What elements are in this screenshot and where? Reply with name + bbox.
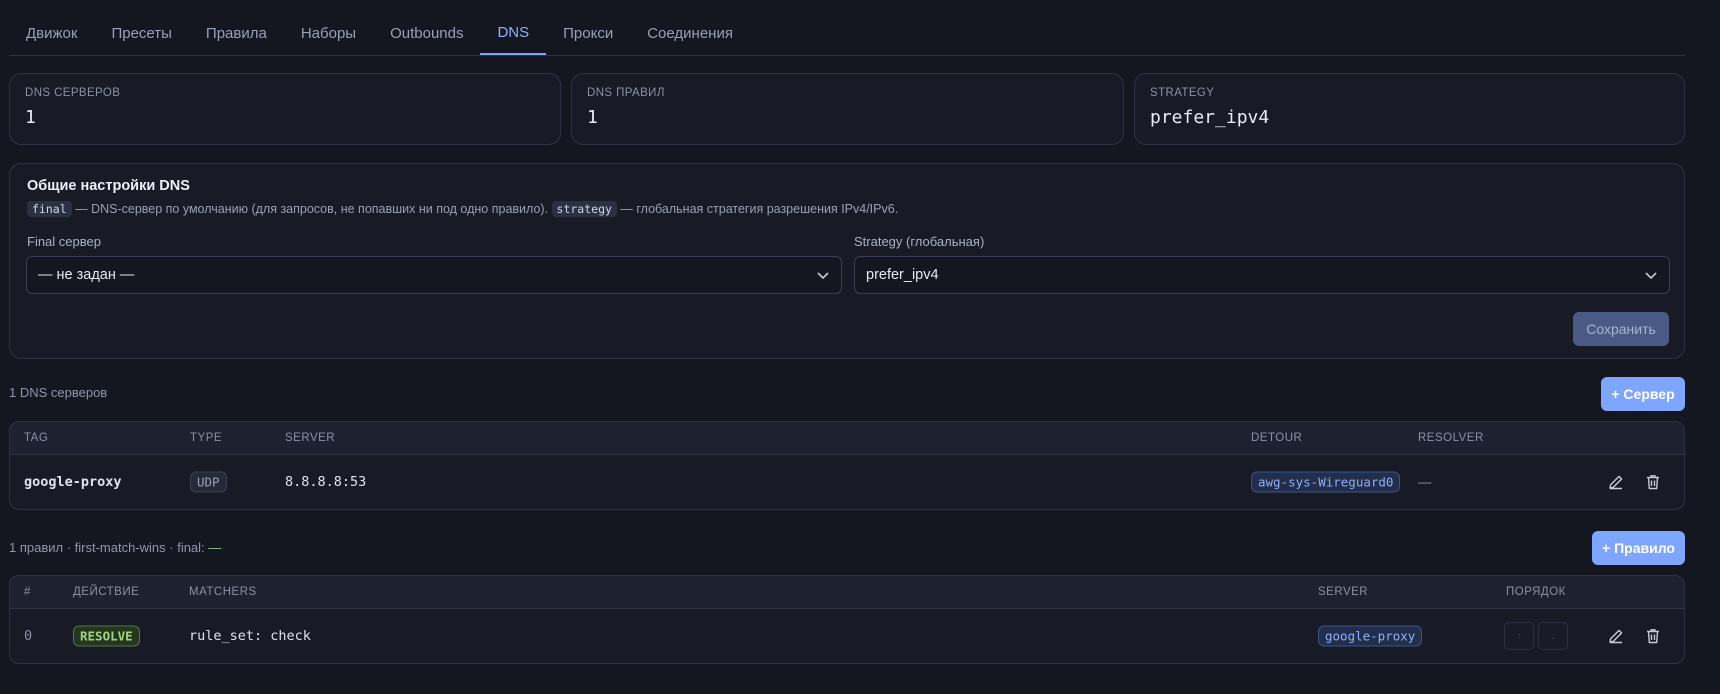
strategy-value: prefer_ipv4 [866, 267, 939, 283]
tab-proxy[interactable]: Прокси [546, 12, 630, 55]
edit-icon[interactable] [1605, 471, 1627, 493]
dns-settings-card: Общие настройки DNS final — DNS-сервер п… [9, 163, 1685, 359]
server-type-badge: UDP [190, 471, 227, 493]
col-number: # [24, 586, 31, 598]
col-matchers: Matchers [189, 586, 257, 598]
rule-server-badge: google-proxy [1318, 625, 1423, 647]
table-row: 0 RESOLVE rule_set: check google-proxy ↑… [10, 609, 1684, 663]
tab-outbounds[interactable]: Outbounds [373, 12, 480, 55]
server-tag: google-proxy [24, 474, 122, 490]
chevron-down-icon [1645, 272, 1657, 280]
col-order: Порядок [1506, 586, 1566, 598]
col-action: Действие [73, 586, 140, 598]
col-type: Type [190, 432, 223, 444]
edit-icon[interactable] [1605, 625, 1627, 647]
col-resolver: Resolver [1418, 432, 1484, 444]
table-header: Tag Type Server Detour Resolver [10, 422, 1684, 455]
tab-rules[interactable]: Правила [189, 12, 284, 55]
col-server: Server [285, 432, 336, 444]
tab-dns[interactable]: DNS [480, 12, 547, 55]
rules-table: # Действие Matchers Server Порядок 0 RES… [9, 575, 1685, 664]
rule-number: 0 [24, 628, 33, 644]
resolver-value: — [1418, 474, 1432, 490]
final-server-label: Final сервер [27, 234, 101, 249]
tab-bar: Движок Пресеты Правила Наборы Outbounds … [9, 12, 1685, 56]
stat-card-strategy: Strategy prefer_ipv4 [1134, 73, 1685, 145]
final-server-value: — не задан — [38, 267, 135, 283]
settings-description: final — DNS-сервер по умолчанию (для зап… [27, 201, 898, 217]
stat-label: DNS серверов [25, 87, 121, 99]
rules-summary-text: 1 правил · first-match-wins · final: [9, 540, 209, 555]
tab-presets[interactable]: Пресеты [94, 12, 188, 55]
servers-summary: 1 DNS серверов [9, 385, 108, 400]
settings-title: Общие настройки DNS [27, 178, 190, 194]
servers-table: Tag Type Server Detour Resolver google-p… [9, 421, 1685, 510]
tab-engine[interactable]: Движок [9, 12, 94, 55]
move-down-button[interactable]: ↓ [1538, 622, 1568, 650]
stat-value: 1 [587, 107, 598, 128]
rule-matchers: rule_set: check [189, 628, 311, 644]
col-detour: Detour [1251, 432, 1303, 444]
rules-final-value: — [208, 540, 222, 555]
code-chip-strategy: strategy [551, 201, 617, 217]
server-address: 8.8.8.8:53 [285, 474, 367, 490]
action-badge: RESOLVE [73, 625, 140, 647]
stat-label: Strategy [1150, 87, 1215, 99]
stat-label: DNS правил [587, 87, 665, 99]
stat-card-servers: DNS серверов 1 [9, 73, 561, 145]
col-tag: Tag [24, 432, 49, 444]
rules-summary: 1 правил · first-match-wins · final: — [9, 540, 221, 555]
col-server: Server [1318, 586, 1369, 598]
trash-icon[interactable] [1642, 471, 1664, 493]
desc-strategy: — глобальная стратегия разрешения IPv4/I… [616, 202, 899, 216]
tab-connections[interactable]: Соединения [630, 12, 750, 55]
move-up-button[interactable]: ↑ [1504, 622, 1534, 650]
detour-badge: awg-sys-Wireguard0 [1251, 471, 1401, 493]
strategy-select[interactable]: prefer_ipv4 [854, 256, 1670, 294]
table-header: # Действие Matchers Server Порядок [10, 576, 1684, 609]
final-server-select[interactable]: — не задан — [26, 256, 842, 294]
table-row: google-proxy UDP 8.8.8.8:53 awg-sys-Wire… [10, 455, 1684, 509]
stat-value: 1 [25, 107, 36, 128]
add-server-button[interactable]: + Сервер [1601, 377, 1685, 411]
stat-card-rules: DNS правил 1 [571, 73, 1124, 145]
tab-sets[interactable]: Наборы [284, 12, 373, 55]
desc-final: — DNS-сервер по умолчанию (для запросов,… [71, 202, 552, 216]
add-rule-button[interactable]: + Правило [1592, 531, 1685, 565]
chevron-down-icon [817, 272, 829, 280]
strategy-label: Strategy (глобальная) [854, 234, 985, 249]
code-chip-final: final [27, 201, 72, 217]
stat-value: prefer_ipv4 [1150, 107, 1270, 128]
save-button[interactable]: Сохранить [1573, 312, 1669, 346]
trash-icon[interactable] [1642, 625, 1664, 647]
